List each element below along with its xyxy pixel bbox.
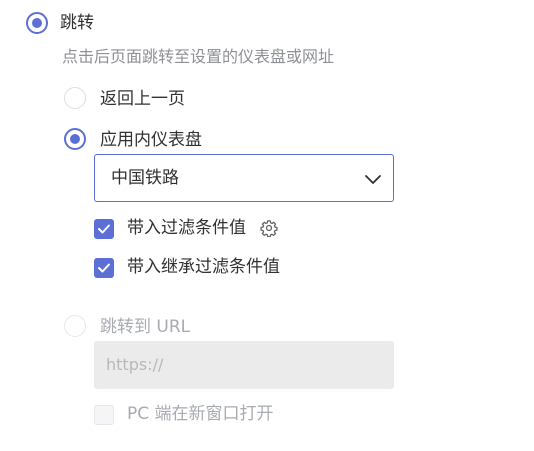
dashboard-label[interactable]: 应用内仪表盘 bbox=[100, 129, 202, 151]
dashboard-radio[interactable] bbox=[64, 128, 86, 150]
jump-radio[interactable] bbox=[26, 12, 48, 34]
filter-checkbox[interactable] bbox=[94, 219, 114, 239]
dashboard-select[interactable]: 中国铁路 bbox=[94, 154, 394, 202]
url-label[interactable]: 跳转到 URL bbox=[100, 316, 190, 338]
dashboard-select-value: 中国铁路 bbox=[111, 168, 179, 188]
inherit-filter-checkbox-label[interactable]: 带入继承过滤条件值 bbox=[127, 256, 280, 278]
url-input[interactable]: https:// bbox=[94, 341, 394, 389]
back-radio[interactable] bbox=[64, 87, 86, 109]
new-window-checkbox-label[interactable]: PC 端在新窗口打开 bbox=[127, 403, 274, 425]
chevron-down-icon bbox=[365, 175, 381, 184]
filter-checkbox-label[interactable]: 带入过滤条件值 bbox=[127, 217, 246, 239]
checkmark-icon bbox=[98, 263, 110, 273]
new-window-checkbox[interactable] bbox=[94, 405, 114, 425]
url-radio[interactable] bbox=[64, 315, 86, 337]
jump-label: 跳转 bbox=[60, 13, 94, 33]
inherit-filter-checkbox[interactable] bbox=[94, 258, 114, 278]
url-input-placeholder: https:// bbox=[106, 355, 164, 374]
checkmark-icon bbox=[98, 224, 110, 234]
jump-description: 点击后页面跳转至设置的仪表盘或网址 bbox=[62, 47, 335, 66]
gear-icon[interactable] bbox=[260, 219, 278, 237]
back-label[interactable]: 返回上一页 bbox=[100, 88, 185, 110]
